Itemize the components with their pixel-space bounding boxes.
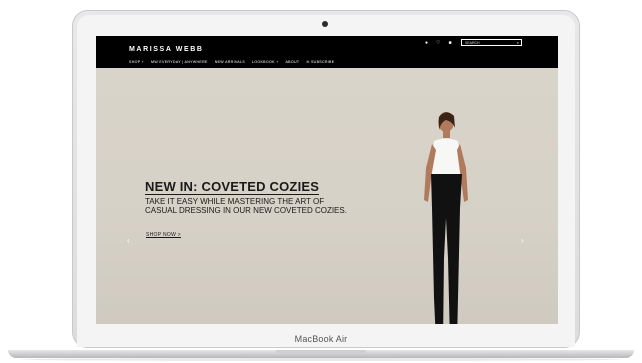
shop-now-link[interactable]: SHOP NOW > [146, 232, 181, 238]
nav-item-shop[interactable]: SHOP + [129, 60, 144, 64]
site-header: MARISSA WEBB SHOP + MW EVERYDAY | ANYWHE… [96, 36, 558, 68]
search-placeholder: SEARCH [465, 41, 480, 45]
laptop-label: MacBook Air [294, 334, 348, 344]
carousel-prev-icon[interactable]: ‹ [127, 236, 130, 245]
laptop-screen: MARISSA WEBB SHOP + MW EVERYDAY | ANYWHE… [96, 36, 558, 324]
nav-item-new-arrivals[interactable]: NEW ARRIVALS [215, 60, 245, 64]
hero-headline: NEW IN: COVETED COZIES [145, 179, 320, 195]
user-icon[interactable]: ● [425, 40, 428, 46]
nav-item-about[interactable]: ABOUT [285, 60, 299, 64]
wishlist-icon[interactable]: ♡ [436, 40, 440, 46]
header-icons: ● ♡ ■ [425, 40, 452, 46]
nav-item-subscribe[interactable]: ✉ SUBSCRIBE [306, 60, 334, 64]
brand-logo[interactable]: MARISSA WEBB [129, 46, 204, 53]
search-icon[interactable]: ⌕ [517, 40, 519, 46]
main-nav: SHOP + MW EVERYDAY | ANYWHERE NEW ARRIVA… [129, 60, 334, 64]
camera-icon [322, 21, 328, 27]
search-input[interactable]: SEARCH ⌕ [461, 39, 522, 46]
nav-item-lookbook[interactable]: LOOKBOOK + [252, 60, 278, 64]
model-image [424, 112, 468, 324]
laptop-shadow [20, 358, 622, 361]
nav-item-subscribe-label: SUBSCRIBE [310, 60, 335, 64]
nav-item-everyday[interactable]: MW EVERYDAY | ANYWHERE [151, 60, 208, 64]
hero-subtext: TAKE IT EASY WHILE MASTERING THE ART OF … [145, 197, 347, 215]
laptop-notch [276, 350, 366, 354]
hero-banner: ‹ › [96, 68, 558, 324]
carousel-next-icon[interactable]: › [521, 236, 524, 245]
bag-icon[interactable]: ■ [449, 40, 452, 46]
